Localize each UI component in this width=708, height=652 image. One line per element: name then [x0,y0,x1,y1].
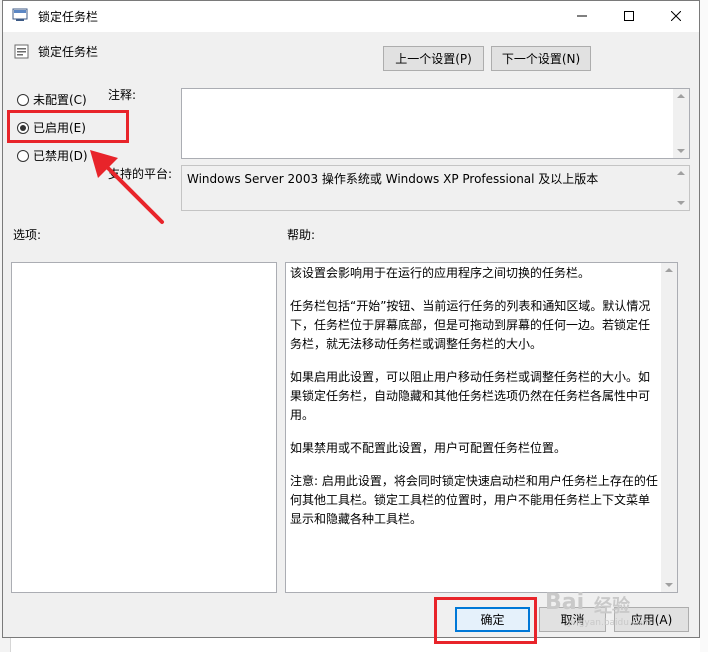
comment-scrollbar[interactable] [673,89,689,158]
supported-platforms-box: Windows Server 2003 操作系统或 Windows XP Pro… [181,165,690,211]
annotation-arrow-icon [90,150,164,224]
maximize-button[interactable] [606,1,652,31]
help-paragraph: 如果禁用或不配置此设置，用户可配置任务栏位置。 [290,441,567,455]
help-paragraph: 如果启用此设置，可以阻止用户移动任务栏或调整任务栏的大小。如果锁定任务栏，自动隐… [290,370,651,422]
close-icon [671,11,681,21]
help-scrollbar[interactable] [661,263,677,592]
options-section-label: 选项: [13,228,42,242]
comment-label: 注释: [108,88,137,102]
supported-platforms-text: Windows Server 2003 操作系统或 Windows XP Pro… [187,172,599,186]
help-panel[interactable]: 该设置会影响用于在运行的应用程序之间切换的任务栏。任务栏包括“开始”按钮、当前运… [285,262,678,593]
scroll-up-icon [665,268,673,272]
scroll-down-icon [677,149,685,153]
close-button[interactable] [653,1,699,31]
watermark-suffix: 经验 [594,596,630,617]
help-section-label: 帮助: [287,228,316,242]
previous-setting-button[interactable]: 上一个设置(P) [383,46,484,71]
scroll-up-icon [677,171,685,175]
scroll-down-icon [677,201,685,205]
radio-not-configured[interactable]: 未配置(C) [17,91,87,108]
help-paragraph: 注意: 启用此设置，将会同时锁定快速启动栏和用户任务栏上存在的任何其他工具栏。锁… [290,474,658,526]
next-setting-button[interactable]: 下一个设置(N) [491,46,591,71]
radio-disabled[interactable]: 已禁用(D) [17,147,88,164]
help-text: 该设置会影响用于在运行的应用程序之间切换的任务栏。任务栏包括“开始”按钮、当前运… [290,264,660,543]
supported-scrollbar[interactable] [673,166,689,210]
radio-indicator [17,93,29,106]
setting-heading: 锁定任务栏 [38,45,99,59]
minimize-button[interactable] [559,1,605,31]
maximize-icon [624,11,634,21]
annotation-highlight-ok [434,597,537,644]
radio-indicator [17,149,29,162]
comment-textarea[interactable] [181,88,690,159]
policy-app-icon [12,8,30,22]
annotation-highlight-enabled [7,110,129,143]
options-panel[interactable] [11,262,277,593]
scroll-down-icon [665,583,673,587]
radio-label: 未配置(C) [33,93,87,107]
window-title: 锁定任务栏 [38,10,99,24]
help-paragraph: 任务栏包括“开始”按钮、当前运行任务的列表和通知区域。默认情况下，任务栏位于屏幕… [290,299,651,351]
watermark-url: jingyan.baidu.com [568,618,652,628]
minimize-icon [577,15,587,17]
help-paragraph: 该设置会影响用于在运行的应用程序之间切换的任务栏。 [290,266,591,280]
setting-icon [14,44,30,60]
background-window-right [700,0,708,652]
watermark-brand: Bai [545,590,585,615]
scroll-up-icon [677,94,685,98]
